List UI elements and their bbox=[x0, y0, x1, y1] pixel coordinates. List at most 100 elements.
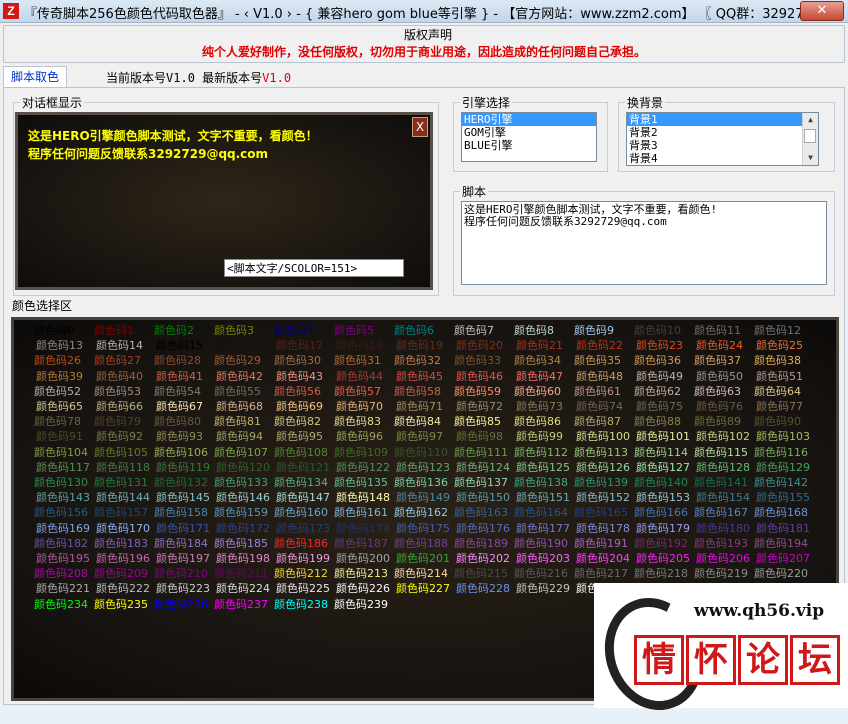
color-code-209[interactable]: 颜色码209 bbox=[94, 567, 148, 581]
color-code-141[interactable]: 颜色码141 bbox=[694, 476, 748, 490]
color-code-208[interactable]: 颜色码208 bbox=[34, 567, 88, 581]
color-code-133[interactable]: 颜色码133 bbox=[214, 476, 268, 490]
color-code-36[interactable]: 颜色码36 bbox=[634, 354, 681, 368]
color-code-127[interactable]: 颜色码127 bbox=[636, 461, 690, 475]
color-code-31[interactable]: 颜色码31 bbox=[334, 354, 381, 368]
color-code-219[interactable]: 颜色码219 bbox=[694, 567, 748, 581]
color-code-13[interactable]: 颜色码13 bbox=[36, 339, 83, 353]
color-code-171[interactable]: 颜色码171 bbox=[156, 522, 210, 536]
color-code-238[interactable]: 颜色码238 bbox=[274, 598, 328, 612]
color-code-203[interactable]: 颜色码203 bbox=[516, 552, 570, 566]
color-code-181[interactable]: 颜色码181 bbox=[756, 522, 810, 536]
color-code-27[interactable]: 颜色码27 bbox=[94, 354, 141, 368]
color-code-33[interactable]: 颜色码33 bbox=[454, 354, 501, 368]
color-code-34[interactable]: 颜色码34 bbox=[514, 354, 561, 368]
color-code-196[interactable]: 颜色码196 bbox=[96, 552, 150, 566]
color-code-176[interactable]: 颜色码176 bbox=[456, 522, 510, 536]
color-code-201[interactable]: 颜色码201 bbox=[396, 552, 450, 566]
color-code-81[interactable]: 颜色码81 bbox=[214, 415, 261, 429]
color-code-239[interactable]: 颜色码239 bbox=[334, 598, 388, 612]
color-code-19[interactable]: 颜色码19 bbox=[396, 339, 443, 353]
color-code-29[interactable]: 颜色码29 bbox=[214, 354, 261, 368]
color-code-173[interactable]: 颜色码173 bbox=[276, 522, 330, 536]
color-code-84[interactable]: 颜色码84 bbox=[394, 415, 441, 429]
color-code-92[interactable]: 颜色码92 bbox=[96, 430, 143, 444]
color-code-168[interactable]: 颜色码168 bbox=[754, 506, 808, 520]
engine-listbox[interactable]: HERO引擎 GOM引擎 BLUE引擎 bbox=[461, 112, 597, 162]
color-code-79[interactable]: 颜色码79 bbox=[94, 415, 141, 429]
color-code-228[interactable]: 颜色码228 bbox=[456, 582, 510, 596]
color-code-64[interactable]: 颜色码64 bbox=[754, 385, 801, 399]
color-code-80[interactable]: 颜色码80 bbox=[154, 415, 201, 429]
color-code-106[interactable]: 颜色码106 bbox=[154, 446, 208, 460]
color-code-52[interactable]: 颜色码52 bbox=[34, 385, 81, 399]
color-code-202[interactable]: 颜色码202 bbox=[456, 552, 510, 566]
color-code-78[interactable]: 颜色码78 bbox=[34, 415, 81, 429]
color-code-177[interactable]: 颜色码177 bbox=[516, 522, 570, 536]
color-code-41[interactable]: 颜色码41 bbox=[156, 370, 203, 384]
color-code-12[interactable]: 颜色码12 bbox=[754, 324, 801, 338]
color-code-149[interactable]: 颜色码149 bbox=[396, 491, 450, 505]
tab-script-color[interactable]: 脚本取色 bbox=[3, 66, 67, 87]
color-code-11[interactable]: 颜色码11 bbox=[694, 324, 741, 338]
background-listbox[interactable]: 背景1 背景2 背景3 背景4 ▲ ▼ bbox=[626, 112, 819, 166]
color-code-150[interactable]: 颜色码150 bbox=[456, 491, 510, 505]
color-code-211[interactable]: 颜色码211 bbox=[214, 567, 268, 581]
color-code-132[interactable]: 颜色码132 bbox=[154, 476, 208, 490]
background-scrollbar[interactable]: ▲ ▼ bbox=[802, 113, 818, 165]
color-code-95[interactable]: 颜色码95 bbox=[276, 430, 323, 444]
color-code-101[interactable]: 颜色码101 bbox=[636, 430, 690, 444]
color-code-151[interactable]: 颜色码151 bbox=[516, 491, 570, 505]
color-code-128[interactable]: 颜色码128 bbox=[696, 461, 750, 475]
color-code-189[interactable]: 颜色码189 bbox=[454, 537, 508, 551]
color-code-21[interactable]: 颜色码21 bbox=[516, 339, 563, 353]
color-code-70[interactable]: 颜色码70 bbox=[336, 400, 383, 414]
engine-option-gom[interactable]: GOM引擎 bbox=[462, 126, 596, 139]
color-code-236[interactable]: 颜色码236 bbox=[154, 598, 208, 612]
color-code-15[interactable]: 颜色码15 bbox=[156, 339, 203, 353]
color-code-55[interactable]: 颜色码55 bbox=[214, 385, 261, 399]
color-code-120[interactable]: 颜色码120 bbox=[216, 461, 270, 475]
color-code-7[interactable]: 颜色码7 bbox=[454, 324, 494, 338]
color-code-46[interactable]: 颜色码46 bbox=[456, 370, 503, 384]
color-code-191[interactable]: 颜色码191 bbox=[574, 537, 628, 551]
engine-option-blue[interactable]: BLUE引擎 bbox=[462, 139, 596, 152]
color-code-1[interactable]: 颜色码1 bbox=[94, 324, 134, 338]
color-code-160[interactable]: 颜色码160 bbox=[274, 506, 328, 520]
color-code-9[interactable]: 颜色码9 bbox=[574, 324, 614, 338]
color-code-227[interactable]: 颜色码227 bbox=[396, 582, 450, 596]
color-code-226[interactable]: 颜色码226 bbox=[336, 582, 390, 596]
color-code-98[interactable]: 颜色码98 bbox=[456, 430, 503, 444]
color-code-48[interactable]: 颜色码48 bbox=[576, 370, 623, 384]
color-code-38[interactable]: 颜色码38 bbox=[754, 354, 801, 368]
color-code-235[interactable]: 颜色码235 bbox=[94, 598, 148, 612]
color-code-40[interactable]: 颜色码40 bbox=[96, 370, 143, 384]
color-code-165[interactable]: 颜色码165 bbox=[574, 506, 628, 520]
color-code-166[interactable]: 颜色码166 bbox=[634, 506, 688, 520]
color-code-45[interactable]: 颜色码45 bbox=[396, 370, 443, 384]
color-code-91[interactable]: 颜色码91 bbox=[36, 430, 83, 444]
color-code-162[interactable]: 颜色码162 bbox=[394, 506, 448, 520]
color-code-139[interactable]: 颜色码139 bbox=[574, 476, 628, 490]
scroll-down-icon[interactable]: ▼ bbox=[803, 151, 818, 165]
color-code-135[interactable]: 颜色码135 bbox=[334, 476, 388, 490]
color-code-112[interactable]: 颜色码112 bbox=[514, 446, 568, 460]
color-code-131[interactable]: 颜色码131 bbox=[94, 476, 148, 490]
color-code-82[interactable]: 颜色码82 bbox=[274, 415, 321, 429]
color-code-85[interactable]: 颜色码85 bbox=[454, 415, 501, 429]
color-code-24[interactable]: 颜色码24 bbox=[696, 339, 743, 353]
color-code-130[interactable]: 颜色码130 bbox=[34, 476, 88, 490]
color-code-87[interactable]: 颜色码87 bbox=[574, 415, 621, 429]
color-code-88[interactable]: 颜色码88 bbox=[634, 415, 681, 429]
color-code-164[interactable]: 颜色码164 bbox=[514, 506, 568, 520]
color-code-167[interactable]: 颜色码167 bbox=[694, 506, 748, 520]
color-code-216[interactable]: 颜色码216 bbox=[514, 567, 568, 581]
color-code-163[interactable]: 颜色码163 bbox=[454, 506, 508, 520]
color-code-183[interactable]: 颜色码183 bbox=[94, 537, 148, 551]
color-code-215[interactable]: 颜色码215 bbox=[454, 567, 508, 581]
dialog-close-icon[interactable]: X bbox=[412, 117, 428, 137]
color-code-200[interactable]: 颜色码200 bbox=[336, 552, 390, 566]
color-code-103[interactable]: 颜色码103 bbox=[756, 430, 810, 444]
color-code-30[interactable]: 颜色码30 bbox=[274, 354, 321, 368]
color-code-204[interactable]: 颜色码204 bbox=[576, 552, 630, 566]
